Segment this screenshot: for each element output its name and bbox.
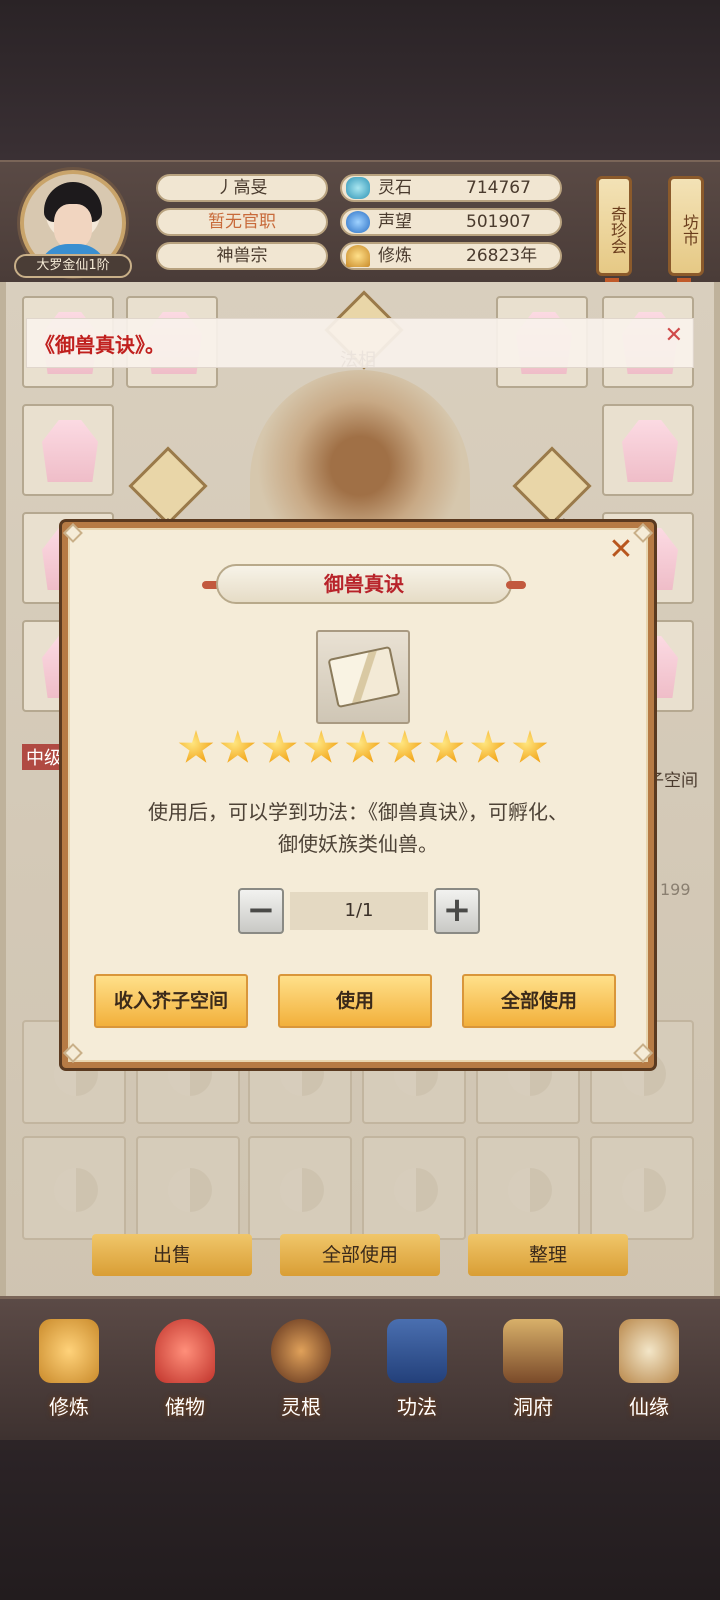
- nav-label: 灵根: [281, 1395, 321, 1419]
- nav-label: 储物: [165, 1395, 205, 1419]
- player-name: 丿高旻: [156, 174, 328, 202]
- grade-tab[interactable]: 中级: [22, 744, 66, 770]
- use-button[interactable]: 使用: [278, 974, 432, 1028]
- star-rating: [178, 730, 548, 770]
- nav-label: 洞府: [513, 1395, 553, 1419]
- sect-name: 神兽宗: [156, 242, 328, 270]
- player-header: 大罗金仙1阶 丿高旻 暂无官职 神兽宗 灵石 714767 声望 501907 …: [0, 160, 720, 302]
- nav-fate[interactable]: 仙缘: [594, 1311, 704, 1431]
- star-icon: [470, 730, 506, 763]
- bottom-dark-band: [0, 1440, 720, 1600]
- immortal-fate-icon: [619, 1319, 679, 1383]
- inventory-slot[interactable]: [476, 1136, 580, 1240]
- toast-close-icon[interactable]: ✕: [665, 323, 683, 348]
- bottom-nav: 修炼 储物 灵根 功法 洞府 仙缘: [0, 1296, 720, 1440]
- nav-label: 修炼: [49, 1395, 89, 1419]
- treasure-auction-button[interactable]: 奇珍会: [596, 176, 632, 276]
- dialog-title: 御兽真诀: [216, 564, 512, 604]
- spirit-root-icon: [271, 1319, 331, 1383]
- top-dark-band: [0, 0, 720, 160]
- inventory-slot[interactable]: [22, 1136, 126, 1240]
- nav-cave[interactable]: 洞府: [478, 1311, 588, 1431]
- robe-icon: [42, 420, 98, 482]
- inventory-slot[interactable]: [248, 1136, 352, 1240]
- stat-spirit-stone: 灵石 714767: [340, 174, 562, 202]
- star-icon: [429, 730, 464, 763]
- technique-book-icon: [387, 1319, 447, 1383]
- notification-toast: 《御兽真诀》。 ✕: [26, 318, 694, 368]
- sell-button[interactable]: 出售: [92, 1234, 252, 1276]
- increase-quantity-button[interactable]: +: [434, 888, 480, 934]
- equip-slot[interactable]: [22, 404, 114, 496]
- stat-cultivation: 修炼 26823年: [340, 242, 562, 270]
- description-line: 使用后，可以学到功法：《御兽真诀》，可孵化、: [148, 800, 568, 824]
- nav-label: 仙缘: [629, 1395, 669, 1419]
- decrease-quantity-button[interactable]: −: [238, 888, 284, 934]
- corner-ornament: [633, 1043, 653, 1063]
- star-icon: [345, 730, 381, 763]
- nav-technique[interactable]: 功法: [362, 1311, 472, 1431]
- market-button[interactable]: 坊市: [668, 176, 704, 276]
- equip-slot[interactable]: [602, 404, 694, 496]
- nav-storage[interactable]: 储物: [130, 1311, 240, 1431]
- inventory-slot[interactable]: [590, 1136, 694, 1240]
- close-icon[interactable]: ✕: [604, 534, 638, 568]
- use-all-inventory-button[interactable]: 全部使用: [280, 1234, 440, 1276]
- reputation-icon: [346, 211, 370, 233]
- star-icon: [178, 730, 214, 763]
- inventory-slot[interactable]: [136, 1136, 240, 1240]
- star-icon: [220, 730, 256, 763]
- title-ornament-right: [506, 581, 526, 589]
- book-icon: [327, 645, 401, 709]
- stat-label: 灵石: [378, 178, 412, 198]
- stat-value: 26823年: [466, 246, 538, 266]
- toast-text: 《御兽真诀》。: [35, 333, 165, 357]
- inventory-slot[interactable]: [362, 1136, 466, 1240]
- store-in-space-button[interactable]: 收入芥子空间: [94, 974, 248, 1028]
- use-all-button[interactable]: 全部使用: [462, 974, 616, 1028]
- description-line: 御使妖族类仙兽。: [278, 832, 438, 856]
- star-icon: [262, 730, 297, 763]
- star-icon: [303, 730, 339, 763]
- robe-icon: [622, 420, 678, 482]
- item-slot: [316, 630, 410, 724]
- cave-mansion-icon: [503, 1319, 563, 1383]
- corner-ornament: [63, 523, 83, 543]
- item-use-dialog: ✕ 御兽真诀 使用后，可以学到功法：《御兽真诀》，可孵化、 御使妖族类仙兽。 −…: [62, 522, 654, 1068]
- star-icon: [387, 730, 423, 763]
- item-description: 使用后，可以学到功法：《御兽真诀》，可孵化、 御使妖族类仙兽。: [88, 796, 628, 860]
- nav-label: 功法: [397, 1395, 437, 1419]
- official-title: 暂无官职: [156, 208, 328, 236]
- spirit-stone-icon: [346, 177, 370, 199]
- quantity-value: 1/1: [290, 892, 428, 930]
- stat-value: 501907: [466, 212, 531, 232]
- rank-badge: 大罗金仙1阶: [14, 254, 132, 278]
- stat-value: 714767: [466, 178, 531, 198]
- stack-count: 199: [660, 880, 691, 899]
- sort-button[interactable]: 整理: [468, 1234, 628, 1276]
- nav-spirit-root[interactable]: 灵根: [246, 1311, 356, 1431]
- meditation-icon: [39, 1319, 99, 1383]
- corner-ornament: [63, 1043, 83, 1063]
- stat-reputation: 声望 501907: [340, 208, 562, 236]
- stat-label: 修炼: [378, 246, 412, 266]
- stat-label: 声望: [378, 212, 412, 232]
- nav-cultivate[interactable]: 修炼: [14, 1311, 124, 1431]
- storage-bag-icon: [155, 1319, 215, 1383]
- cultivation-icon: [346, 245, 370, 267]
- star-icon: [512, 730, 548, 763]
